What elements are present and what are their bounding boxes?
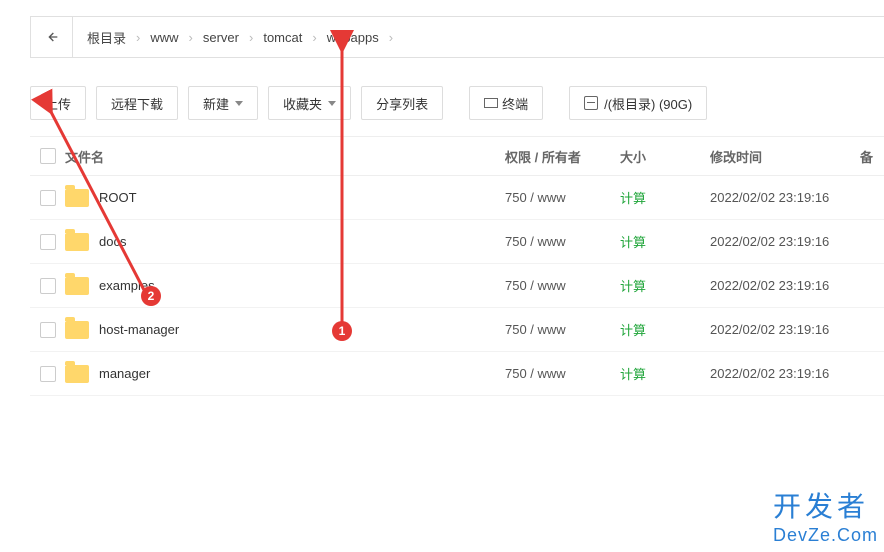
- annotation-badge-1: 1: [332, 321, 352, 341]
- col-name[interactable]: 文件名: [65, 147, 505, 166]
- breadcrumb-item[interactable]: www: [142, 26, 186, 49]
- watermark-line1: 开发者: [773, 485, 878, 525]
- fav-label: 收藏夹: [283, 94, 322, 113]
- file-date: 2022/02/02 23:19:16: [710, 234, 860, 249]
- breadcrumb-item[interactable]: server: [195, 26, 247, 49]
- file-size-compute[interactable]: 计算: [620, 320, 710, 339]
- col-size[interactable]: 大小: [620, 147, 710, 166]
- col-op: 备: [860, 147, 884, 166]
- chevron-right-icon: ›: [310, 30, 318, 45]
- select-all-checkbox[interactable]: [40, 148, 56, 164]
- file-perm: 750 / www: [505, 366, 620, 381]
- table-row[interactable]: host-manager 750 / www计算2022/02/02 23:19:…: [30, 308, 884, 352]
- row-checkbox[interactable]: [40, 234, 56, 250]
- file-date: 2022/02/02 23:19:16: [710, 322, 860, 337]
- table-body: ROOT750 / www计算2022/02/02 23:19:16docs75…: [30, 176, 884, 396]
- file-date: 2022/02/02 23:19:16: [710, 190, 860, 205]
- disk-icon: [584, 96, 598, 110]
- favorites-button[interactable]: 收藏夹: [268, 86, 351, 120]
- new-button[interactable]: 新建: [188, 86, 258, 120]
- row-checkbox[interactable]: [40, 190, 56, 206]
- folder-icon: [65, 233, 89, 251]
- chevron-down-icon: [235, 101, 243, 106]
- file-size-compute[interactable]: 计算: [620, 232, 710, 251]
- col-date[interactable]: 修改时间: [710, 147, 860, 166]
- terminal-icon: [484, 98, 498, 108]
- file-perm: 750 / www: [505, 234, 620, 249]
- chevron-right-icon: ›: [387, 30, 395, 45]
- chevron-down-icon: [328, 101, 336, 106]
- folder-icon: [65, 321, 89, 339]
- file-table: 文件名 权限 / 所有者 大小 修改时间 备 ROOT750 / www计算20…: [30, 136, 884, 396]
- chevron-right-icon: ›: [134, 30, 142, 45]
- row-checkbox[interactable]: [40, 366, 56, 382]
- file-size-compute[interactable]: 计算: [620, 188, 710, 207]
- file-name[interactable]: docs: [99, 234, 126, 249]
- terminal-label: 终端: [502, 94, 528, 113]
- file-size-compute[interactable]: 计算: [620, 276, 710, 295]
- disk-button[interactable]: /(根目录) (90G): [569, 86, 707, 120]
- file-perm: 750 / www: [505, 322, 620, 337]
- share-label: 分享列表: [376, 94, 428, 113]
- table-header: 文件名 权限 / 所有者 大小 修改时间 备: [30, 136, 884, 176]
- file-date: 2022/02/02 23:19:16: [710, 366, 860, 381]
- watermark-line2: DevZe.Com: [773, 525, 878, 546]
- chevron-right-icon: ›: [247, 30, 255, 45]
- disk-label: /(根目录) (90G): [604, 94, 692, 113]
- table-row[interactable]: docs 750 / www计算2022/02/02 23:19:16: [30, 220, 884, 264]
- file-date: 2022/02/02 23:19:16: [710, 278, 860, 293]
- share-list-button[interactable]: 分享列表: [361, 86, 443, 120]
- remote-download-button[interactable]: 远程下载: [96, 86, 178, 120]
- table-row[interactable]: ROOT 750 / www计算2022/02/02 23:19:16: [30, 176, 884, 220]
- annotation-badge-2: 2: [141, 286, 161, 306]
- breadcrumb-item[interactable]: webapps: [319, 26, 387, 49]
- folder-icon: [65, 277, 89, 295]
- file-name[interactable]: manager: [99, 366, 150, 381]
- watermark: 开发者 DevZe.Com: [773, 485, 878, 546]
- folder-icon: [65, 189, 89, 207]
- terminal-button[interactable]: 终端: [469, 86, 543, 120]
- file-size-compute[interactable]: 计算: [620, 364, 710, 383]
- new-label: 新建: [203, 94, 229, 113]
- breadcrumb-item[interactable]: tomcat: [255, 26, 310, 49]
- col-perm[interactable]: 权限 / 所有者: [505, 147, 620, 166]
- back-button[interactable]: [31, 17, 73, 57]
- folder-icon: [65, 365, 89, 383]
- arrow-left-icon: [44, 29, 60, 45]
- toolbar: 上传 远程下载 新建 收藏夹 分享列表 终端 /(根目录) (90G): [30, 86, 884, 120]
- upload-label: 上传: [45, 94, 71, 113]
- breadcrumb-bar: 根目录›www›server›tomcat›webapps›: [30, 16, 884, 58]
- row-checkbox[interactable]: [40, 278, 56, 294]
- file-perm: 750 / www: [505, 278, 620, 293]
- file-perm: 750 / www: [505, 190, 620, 205]
- file-name[interactable]: ROOT: [99, 190, 137, 205]
- breadcrumb: 根目录›www›server›tomcat›webapps›: [73, 24, 401, 51]
- chevron-right-icon: ›: [187, 30, 195, 45]
- table-row[interactable]: manager 750 / www计算2022/02/02 23:19:16: [30, 352, 884, 396]
- breadcrumb-item[interactable]: 根目录: [79, 24, 134, 51]
- remote-label: 远程下载: [111, 94, 163, 113]
- upload-button[interactable]: 上传: [30, 86, 86, 120]
- file-name[interactable]: host-manager: [99, 322, 179, 337]
- row-checkbox[interactable]: [40, 322, 56, 338]
